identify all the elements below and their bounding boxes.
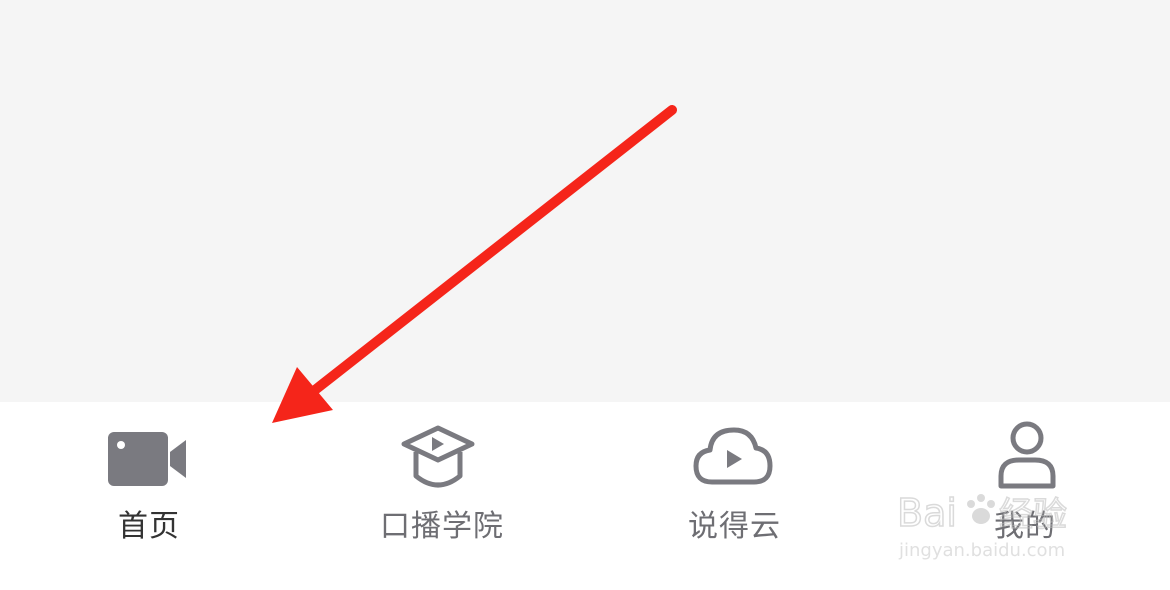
bottom-tab-bar: 首页 口播学院 说得云 我的 (0, 402, 1170, 590)
tab-cloud-label: 说得云 (688, 509, 781, 544)
tab-mine-label: 我的 (994, 509, 1056, 544)
tab-cloud[interactable]: 说得云 (670, 402, 810, 590)
video-camera-icon (108, 432, 186, 486)
user-icon (998, 421, 1056, 489)
cloud-play-icon (693, 427, 773, 485)
tab-home[interactable]: 首页 (80, 402, 220, 590)
tab-home-label: 首页 (118, 509, 180, 544)
tab-mine[interactable]: 我的 (970, 402, 1090, 590)
graduation-cap-play-icon (401, 425, 475, 488)
app-screen: 首页 口播学院 说得云 我的 Bai 经验 jingyan.baidu.com (0, 0, 1170, 590)
tab-academy-label: 口播学院 (380, 509, 504, 544)
main-content-area (0, 0, 1170, 402)
tab-academy[interactable]: 口播学院 (360, 402, 520, 590)
